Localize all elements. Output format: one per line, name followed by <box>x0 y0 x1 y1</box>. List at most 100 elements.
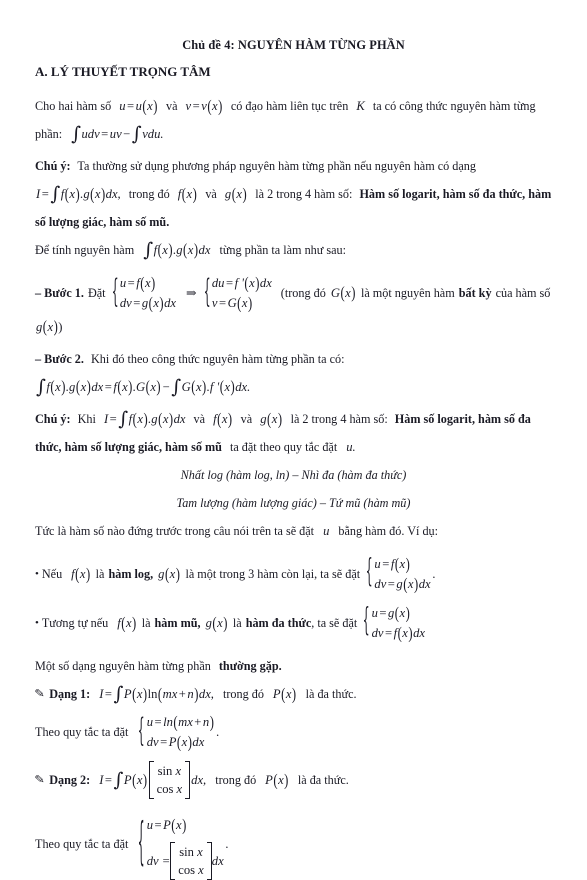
note2-label: Chú ý: <box>35 412 71 426</box>
de-tinh-math: ∫f(x).g(x)dx <box>143 238 211 261</box>
dang2-sys-row2-pre: dv = <box>146 854 171 868</box>
dang1-rule-label: Theo quy tắc ta đặt <box>35 724 129 739</box>
tuc-la-math-u: u <box>323 523 330 538</box>
intro-text-phan: phần: <box>35 126 63 141</box>
note2-line2: thức, hàm số lượng giác, hàm số mũ ta đặ… <box>35 433 552 461</box>
bullet1-system: { u = f(x) dv = g(x)dx <box>365 554 431 594</box>
tuc-la-line: Tức là hàm số nào đứng trước trong câu n… <box>35 517 552 545</box>
dang2-rule-line: Theo quy tắc ta đặt { u = P(x) dv = sin x … <box>35 808 552 880</box>
dang1-line: ✎ Dạng 1: I =∫P(x)ln(mx + n)dx, trong đó P(… <box>34 680 552 708</box>
intro-text-d: ta có công thức nguyên hàm từng <box>372 99 536 113</box>
list-item: • Tương tự nếu f(x) là hàm mũ, g(x) là h… <box>35 603 552 643</box>
bullet1-text-c: là một trong 3 hàm còn lại, ta sẽ đặt <box>185 567 361 581</box>
dang2-sys-bracket-row2: cos x <box>178 863 204 877</box>
buoc1-math-Gx: G(x) <box>330 282 356 302</box>
tuc-la-text-a: Tức là hàm số nào đứng trước trong câu n… <box>35 523 315 538</box>
note1-formula-paragraph: I =∫f(x).g(x)dx, trong đó f(x) và g(x) là… <box>35 180 552 208</box>
dang2-sys-bracket: sin x cos x <box>170 842 212 880</box>
page-title: Chủ đề 4: NGUYÊN HÀM TỪNG PHẦN <box>182 38 405 52</box>
bullet1-sys-row2: dv = g(x)dx <box>374 574 431 594</box>
brace-icon: { <box>362 603 370 641</box>
buoc2-formula: ∫f(x).g(x)dx = f(x).G(x) −∫G(x).f '(x)dx. <box>36 375 251 398</box>
dang2-bracket-row2: cos x <box>156 782 183 796</box>
dang1-sys-row2: dv = P(x)dx <box>146 732 205 752</box>
bullet1-math-fx: f(x) <box>71 564 91 584</box>
dang2-rule-label: Theo quy tắc ta đặt <box>35 836 129 851</box>
buoc1-system-left: { u = f(x) dv = g(x)dx <box>111 273 176 313</box>
tuc-la-text-b: bằng hàm đó. Ví dụ: <box>338 523 439 538</box>
note1-text-va: và <box>205 187 217 201</box>
dang2-math-Px: P(x) <box>265 770 289 790</box>
bullet-dot-icon: • <box>35 616 39 629</box>
note2-bold-a: Hàm số logarit, hàm số đa <box>394 412 531 426</box>
bullet1-bold1: hàm log, <box>108 567 154 581</box>
buoc1-right-row2: v = G(x) <box>211 293 253 313</box>
dang2-sys-row1: u = P(x) <box>146 815 187 835</box>
buoc1-tail-bold: bất kỳ <box>458 285 492 300</box>
intro-formula-line: phần: ∫udv = uv −∫vdu. <box>35 120 552 148</box>
buoc1-left-row2: dv = g(x)dx <box>119 293 177 313</box>
rhyme-line-2: Tam lượng (hàm lượng giác) – Tứ mũ (hàm … <box>176 496 411 510</box>
section-heading: A. LÝ THUYẾT TRỌNG TÂM <box>35 64 211 79</box>
dang1-tail-a: trong đó <box>222 687 264 701</box>
note2-va2: và <box>240 412 253 426</box>
bullet2-bold2: hàm đa thức <box>245 616 312 630</box>
dang1-period: . <box>216 724 220 739</box>
note1-bold-b: số lượng giác, hàm số mũ. <box>35 215 170 229</box>
bullet2-math-gx: g(x) <box>205 613 228 633</box>
bullet2-bold1: hàm mũ, <box>154 616 201 630</box>
note2-va1: và <box>193 412 206 426</box>
buoc1-math-gx-close: g(x)) <box>36 316 63 336</box>
dang2-formula-post: dx, <box>191 773 207 787</box>
document-page: Chủ đề 4: NGUYÊN HÀM TỪNG PHẦN A. LÝ THU… <box>0 0 587 880</box>
bullet2-text-c: là <box>232 616 242 630</box>
note2-line1: Chú ý: Khi I =∫f(x).g(x)dx và f(x) và g(x… <box>35 405 552 433</box>
intro-math-K: K <box>356 99 365 113</box>
dang2-tail-a: trong đó <box>215 773 257 787</box>
note1-bold-line2: số lượng giác, hàm số mũ. <box>35 208 552 236</box>
dang1-system: { u = ln(mx + n) dv = P(x)dx <box>137 712 214 752</box>
implies-icon: ⇒ <box>186 286 197 300</box>
dang2-period: . <box>225 836 229 851</box>
note2-bold-b: thức, hàm số lượng giác, hàm số mũ <box>35 439 222 454</box>
bullet1-math-gx: g(x) <box>158 564 180 584</box>
note2-math-I: I =∫f(x).g(x)dx <box>103 408 186 430</box>
buoc2-label: – Bước 2. <box>35 352 84 366</box>
note1-label: Chú ý: <box>35 159 71 173</box>
buoc1-dat: Đặt <box>87 285 106 300</box>
buoc2-formula-line: ∫f(x).g(x)dx = f(x).G(x) −∫G(x).f '(x)dx. <box>35 373 552 401</box>
brace-icon: { <box>138 713 146 751</box>
intro-math-u: u = u(x) <box>119 96 158 116</box>
bullet1-text-a: Nếu <box>41 567 63 581</box>
dang2-bracket: sin x cos x <box>148 761 191 799</box>
quill-icon: ✎ <box>34 688 45 700</box>
buoc2-text: Khi đó theo công thức nguyên hàm từng ph… <box>90 352 345 366</box>
dang1-formula: I =∫P(x)ln(mx + n)dx, <box>99 683 214 705</box>
formula-parts-integration: ∫udv = uv −∫vdu. <box>71 122 164 145</box>
buoc1-label: – Bước 1. <box>35 285 84 300</box>
brace-icon: { <box>138 814 146 874</box>
bullet1-period: . <box>432 567 436 581</box>
buoc1-line: – Bước 1. Đặt { u = f(x) dv = g(x)dx ⇒ { du =… <box>35 273 552 313</box>
dang2-line: ✎ Dạng 2: I =∫P(x) sin x cos x dx, trong … <box>34 761 552 799</box>
mot-so-dang-text: Một số dạng nguyên hàm từng phần <box>35 658 211 673</box>
buoc1-tail-c: của hàm số <box>495 285 551 300</box>
intro-text-b: và <box>165 99 178 113</box>
buoc1-tail-b: là một nguyên hàm <box>360 285 455 300</box>
bullet-dot-icon: • <box>35 567 39 580</box>
intro-text-a: Cho hai hàm số <box>35 99 112 113</box>
de-tinh-text-a: Để tính nguyên hàm <box>35 242 135 257</box>
intro-math-v: v = v(x) <box>185 96 223 116</box>
quill-icon: ✎ <box>34 774 45 786</box>
bullet2-text-a: Tương tự nếu <box>41 616 109 630</box>
bullet2-text-d: , ta sẽ đặt <box>311 616 358 630</box>
brace-icon: { <box>111 274 119 312</box>
dang2-bracket-row1: sin x <box>157 764 182 778</box>
note1-formula-I: I =∫f(x).g(x)dx, <box>36 183 121 205</box>
note2-math-fx: f(x) <box>213 409 233 429</box>
note1-math-gx: g(x) <box>224 184 247 204</box>
note2-math-u: u. <box>346 439 356 454</box>
bullet2-sys-row2: dv = f(x)dx <box>371 623 425 643</box>
dang2-formula-pre: I =∫P(x) <box>99 769 148 791</box>
note1-text-trongdo: trong đó <box>128 187 170 201</box>
